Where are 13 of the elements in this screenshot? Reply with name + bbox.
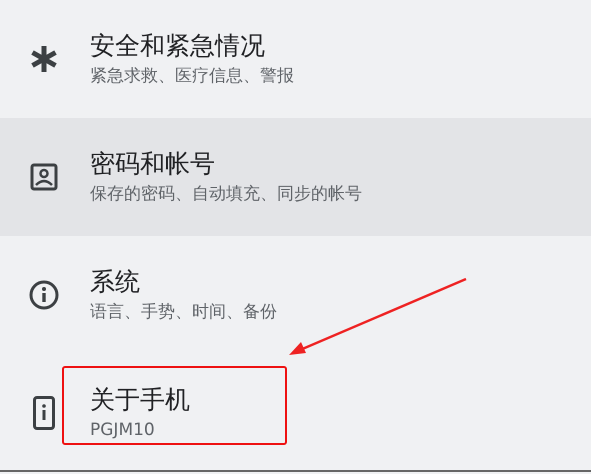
item-subtitle: 紧急求救、医疗信息、警报: [90, 65, 294, 88]
item-subtitle: PGJM10: [90, 419, 156, 442]
settings-item[interactable]: 密码和帐号 保存的密码、自动填充、同步的帐号: [0, 118, 591, 236]
item-title: 密码和帐号: [90, 148, 216, 180]
info-icon: [29, 280, 59, 310]
item-subtitle: 语言、手势、时间、备份: [90, 301, 277, 324]
item-title: 系统: [90, 266, 141, 298]
item-title: 关于手机: [90, 384, 190, 416]
phone-info-icon: [33, 396, 55, 430]
item-title: 安全和紧急情况: [90, 30, 266, 62]
item-subtitle: 保存的密码、自动填充、同步的帐号: [90, 183, 362, 206]
account-box-icon: [30, 163, 58, 191]
asterisk-icon: [31, 45, 57, 73]
